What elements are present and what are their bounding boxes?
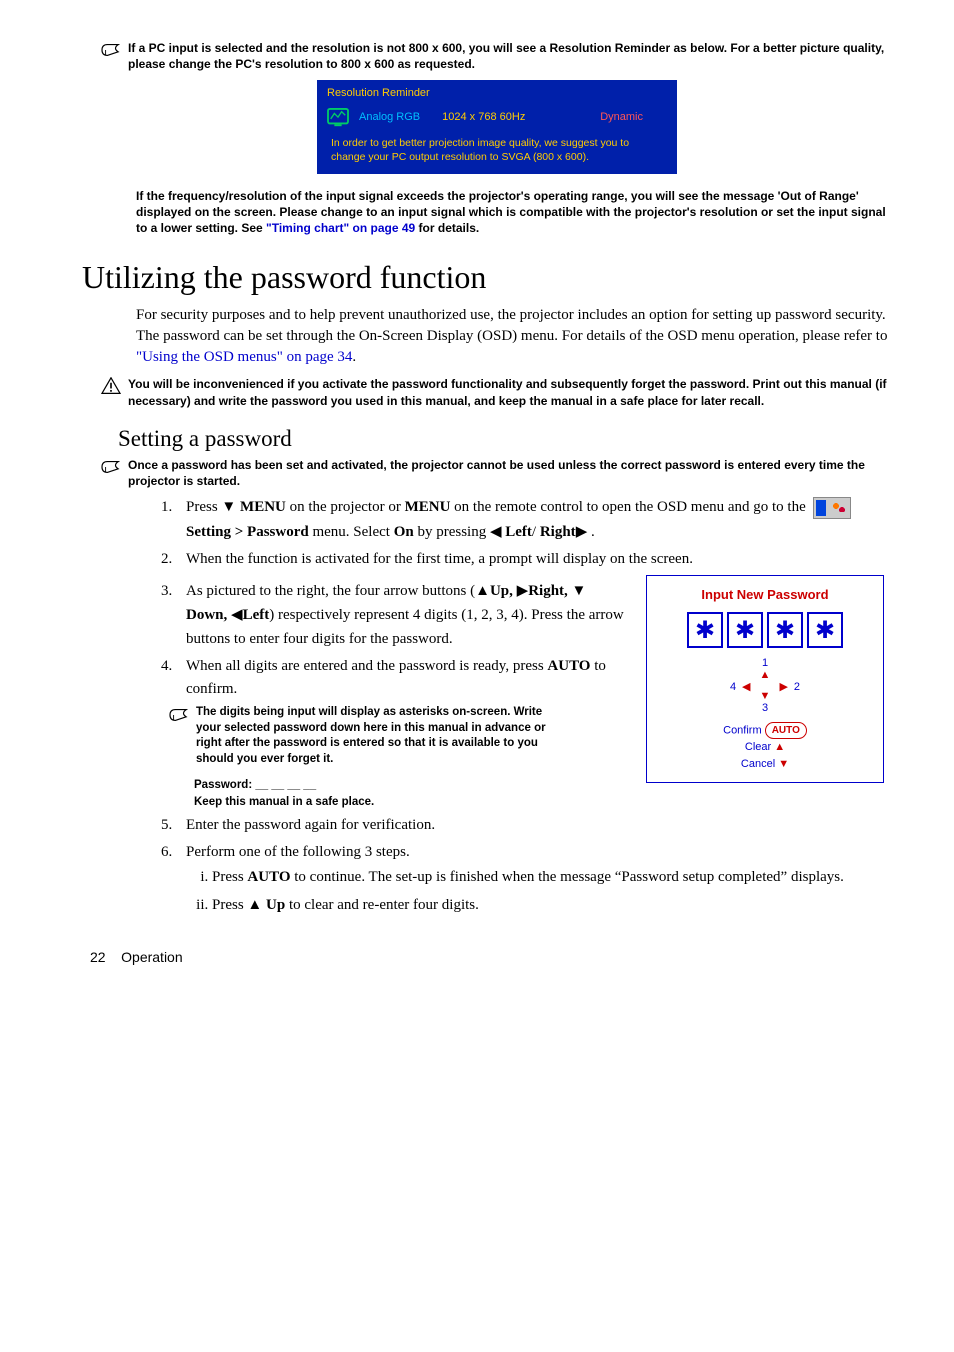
down-triangle-icon: ▼: [221, 498, 236, 515]
left-triangle-icon: ◀: [490, 523, 502, 540]
warning-icon: [100, 377, 122, 395]
note-once-set-text: Once a password has been set and activat…: [128, 457, 894, 489]
reminder-source: Analog RGB: [359, 110, 420, 125]
note-frequency: If the frequency/resolution of the input…: [136, 188, 894, 237]
arrow-down-icon: ▼: [778, 758, 789, 770]
down-triangle-icon: ▼: [572, 582, 587, 599]
arrow-right-icon: ▶: [780, 680, 788, 695]
reminder-mode: Dynamic: [600, 110, 643, 125]
step-1: Press ▼ MENU on the projector or MENU on…: [176, 495, 894, 544]
note-resolution-text: If a PC input is selected and the resolu…: [128, 40, 894, 72]
arrow-left-icon: ◀: [742, 680, 750, 695]
page-number: 22: [90, 949, 106, 965]
hand-note-icon: [100, 458, 122, 476]
arrow-up-icon: ▲: [774, 741, 785, 753]
substeps: Press AUTO to continue. The set-up is fi…: [186, 866, 894, 918]
substep-i: Press AUTO to continue. The set-up is fi…: [212, 866, 894, 889]
star-icon: ✱: [767, 612, 803, 648]
heading-setting-password: Setting a password: [118, 423, 894, 455]
right-label: Right: [540, 524, 576, 540]
steps-list: Press ▼ MENU on the projector or MENU on…: [136, 495, 894, 571]
reminder-title: Resolution Reminder: [317, 80, 677, 105]
input-password-panel: Input New Password ✱ ✱ ✱ ✱ 1 ▲ 4 ◀ ▶ 2 ▼…: [646, 575, 884, 783]
monitor-icon: [327, 108, 349, 128]
auto-pill: AUTO: [765, 722, 807, 739]
password-stars: ✱ ✱ ✱ ✱: [655, 612, 875, 648]
substep-ii: Press ▲ Up to clear and re-enter four di…: [212, 893, 894, 917]
direction-cross: 1 ▲ 4 ◀ ▶ 2 ▼ 3: [730, 656, 800, 716]
left-triangle-icon: ◀: [231, 606, 243, 623]
arrow-up-icon: ▲: [760, 668, 771, 683]
panel-title: Input New Password: [655, 586, 875, 604]
timing-chart-link[interactable]: "Timing chart" on page 49: [266, 221, 415, 235]
reminder-row: Analog RGB 1024 x 768 60Hz Dynamic: [317, 106, 677, 136]
left-label: Left: [502, 524, 532, 540]
up-triangle-icon: ▲: [247, 896, 262, 913]
warning-inconvenienced: You will be inconvenienced if you activa…: [100, 376, 894, 408]
star-icon: ✱: [687, 612, 723, 648]
note-digits-text: The digits being input will display as a…: [196, 705, 568, 767]
hand-note-icon: [100, 41, 122, 59]
warning-text: You will be inconvenienced if you activa…: [128, 376, 894, 408]
note-resolution: If a PC input is selected and the resolu…: [100, 40, 894, 72]
page-footer: 22 Operation: [90, 948, 894, 968]
reminder-message: In order to get better projection image …: [317, 136, 677, 164]
right-triangle-icon: ▶: [517, 582, 529, 599]
star-icon: ✱: [807, 612, 843, 648]
heading-utilizing-password: Utilizing the password function: [82, 255, 894, 300]
step-4: When all digits are entered and the pass…: [176, 655, 626, 702]
steps-list-cont: As pictured to the right, the four arrow…: [136, 579, 626, 701]
note-digits: The digits being input will display as a…: [168, 705, 568, 767]
step-5: Enter the password again for verificatio…: [176, 814, 894, 837]
step-6: Perform one of the following 3 steps. Pr…: [176, 841, 894, 918]
panel-legend: Confirm AUTO Clear ▲ Cancel ▼: [655, 722, 875, 772]
right-triangle-icon: ▶: [576, 523, 588, 540]
section-name: Operation: [121, 949, 182, 965]
step-3: As pictured to the right, the four arrow…: [176, 579, 626, 651]
up-triangle-icon: ▲: [475, 582, 490, 599]
star-icon: ✱: [727, 612, 763, 648]
resolution-reminder-panel: Resolution Reminder Analog RGB 1024 x 76…: [317, 80, 677, 174]
up-label: Up: [262, 897, 285, 913]
steps-list-final: Enter the password again for verificatio…: [136, 814, 894, 918]
hand-note-icon: [168, 706, 190, 724]
intro-paragraph: For security purposes and to help preven…: [136, 305, 894, 368]
note-once-set: Once a password has been set and activat…: [100, 457, 894, 489]
password-record: Password: __ __ __ __ Keep this manual i…: [194, 777, 626, 809]
reminder-value: 1024 x 768 60Hz: [442, 110, 525, 125]
step-2: When the function is activated for the f…: [176, 548, 894, 571]
setting-menu-icon: [813, 497, 851, 519]
osd-menus-link[interactable]: "Using the OSD menus" on page 34: [136, 349, 352, 365]
